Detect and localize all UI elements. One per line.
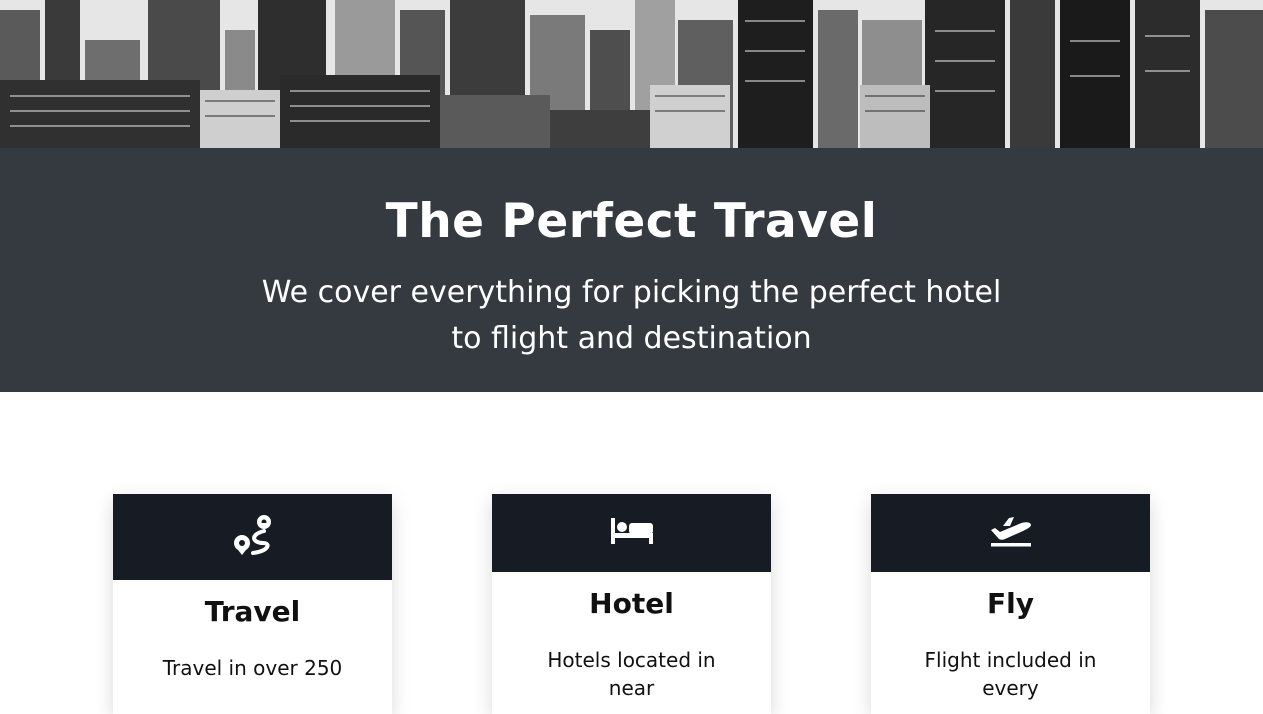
- feature-card-fly: Fly Flight included in every: [871, 494, 1150, 714]
- card-header: [871, 494, 1150, 572]
- hero-skyline-image: [0, 0, 1263, 148]
- subtitle-line: We cover everything for picking the perf…: [261, 275, 1002, 310]
- card-header: [113, 494, 392, 580]
- card-title: Travel: [204, 595, 301, 628]
- card-title: Hotel: [589, 587, 674, 620]
- card-text: Hotels located in near: [547, 648, 716, 700]
- route-icon: [231, 513, 275, 561]
- plane-departure-icon: [989, 514, 1033, 552]
- page-title: The Perfect Travel: [385, 194, 878, 249]
- page-subtitle: We cover everything for picking the perf…: [0, 270, 1263, 362]
- card-text: Travel in over 250: [162, 656, 343, 680]
- bed-icon: [610, 516, 653, 550]
- feature-card-travel: Travel Travel in over 250: [113, 494, 392, 714]
- headline-band: The Perfect Travel We cover everything f…: [0, 148, 1263, 392]
- card-title: Fly: [987, 587, 1034, 620]
- feature-card-hotel: Hotel Hotels located in near: [492, 494, 771, 714]
- subtitle-line: to flight and destination: [451, 321, 812, 356]
- card-header: [492, 494, 771, 572]
- card-text: Flight included in every: [924, 648, 1097, 700]
